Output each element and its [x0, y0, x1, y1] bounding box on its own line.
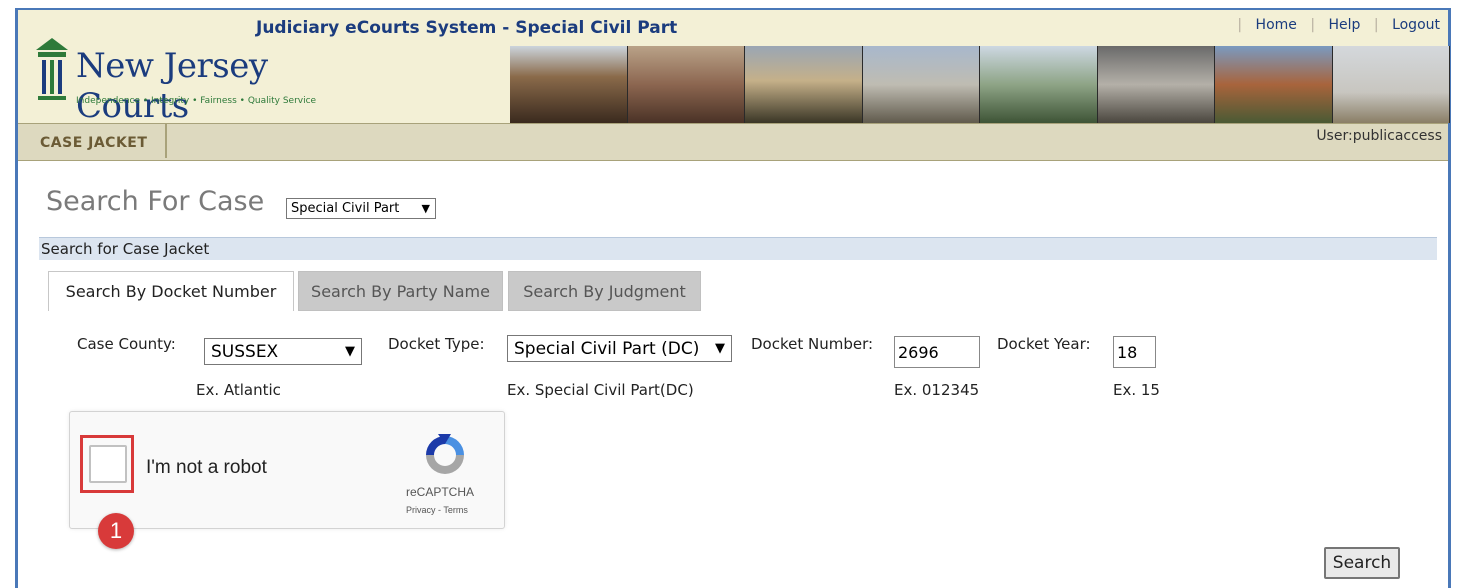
tab-party-name[interactable]: Search By Party Name — [298, 271, 503, 311]
tab-judgment[interactable]: Search By Judgment — [508, 271, 701, 311]
docket-year-label: Docket Year: — [997, 335, 1091, 353]
docket-year-hint: Ex. 15 — [1113, 381, 1160, 399]
dropdown-arrow-icon: ▼ — [715, 341, 725, 356]
banner-photo — [1215, 46, 1333, 123]
logo-tagline: Independence • Integrity • Fairness • Qu… — [76, 96, 317, 106]
county-value: SUSSEX — [211, 342, 279, 362]
docket-type-value: Special Civil Part (DC) — [514, 339, 700, 359]
dropdown-arrow-icon: ▼ — [421, 202, 430, 215]
docket-type-label: Docket Type: — [388, 335, 485, 353]
column-emblem-icon — [36, 38, 68, 100]
courthouse-banner — [510, 46, 1450, 123]
county-hint: Ex. Atlantic — [196, 381, 281, 399]
recaptcha-brand: reCAPTCHA — [406, 485, 475, 499]
banner-photo — [627, 46, 745, 123]
recaptcha-icon — [426, 434, 464, 474]
header: New Jersey Courts Independence • Integri… — [18, 10, 1450, 126]
docket-number-label: Docket Number: — [751, 335, 874, 353]
county-select[interactable]: SUSSEX ▼ — [204, 338, 362, 365]
user-label: User:publicaccess — [1316, 128, 1442, 144]
court-type-value: Special Civil Part — [291, 201, 400, 216]
dropdown-arrow-icon: ▼ — [345, 344, 355, 359]
step-badge: 1 — [98, 513, 134, 549]
docket-type-select[interactable]: Special Civil Part (DC) ▼ — [507, 335, 732, 362]
help-link[interactable]: Help — [1329, 17, 1361, 33]
app-title: Judiciary eCourts System - Special Civil… — [256, 18, 678, 38]
home-link[interactable]: Home — [1256, 17, 1297, 33]
recaptcha-widget: I'm not a robot reCAPTCHA Privacy - Term… — [69, 411, 505, 529]
tab-docket-number[interactable]: Search By Docket Number — [48, 271, 294, 311]
docket-type-hint: Ex. Special Civil Part(DC) — [507, 381, 694, 399]
app-frame: New Jersey Courts Independence • Integri… — [15, 8, 1451, 588]
docket-number-input[interactable]: 2696 — [894, 336, 980, 368]
section-header: Search for Case Jacket — [39, 237, 1437, 260]
recaptcha-links[interactable]: Privacy - Terms — [406, 505, 468, 515]
search-button[interactable]: Search — [1324, 547, 1400, 579]
docket-number-hint: Ex. 012345 — [894, 381, 980, 399]
court-type-select[interactable]: Special Civil Part ▼ — [286, 198, 436, 219]
docket-year-input[interactable]: 18 — [1113, 336, 1156, 368]
logo-name: New Jersey Courts — [76, 46, 268, 126]
link-separator: | — [1237, 17, 1243, 33]
top-links: | Home | Help | Logout — [1228, 17, 1440, 33]
case-jacket-tab[interactable]: CASE JACKET — [18, 124, 168, 158]
banner-photo — [510, 46, 628, 123]
banner-photo — [1332, 46, 1450, 123]
checkbox-highlight — [80, 435, 134, 493]
banner-photo — [745, 46, 863, 123]
nj-courts-logo[interactable]: New Jersey Courts Independence • Integri… — [32, 32, 362, 126]
link-separator: | — [1310, 17, 1316, 33]
page-title: Search For Case — [46, 186, 265, 217]
banner-photo — [980, 46, 1098, 123]
banner-photo — [1097, 46, 1215, 123]
link-separator: | — [1373, 17, 1379, 33]
county-label: Case County: — [77, 335, 176, 353]
captcha-label: I'm not a robot — [146, 457, 267, 478]
banner-photo — [862, 46, 980, 123]
not-robot-checkbox[interactable] — [89, 445, 127, 483]
nav-bar: CASE JACKET User:publicaccess — [18, 123, 1448, 161]
logout-link[interactable]: Logout — [1392, 17, 1440, 33]
